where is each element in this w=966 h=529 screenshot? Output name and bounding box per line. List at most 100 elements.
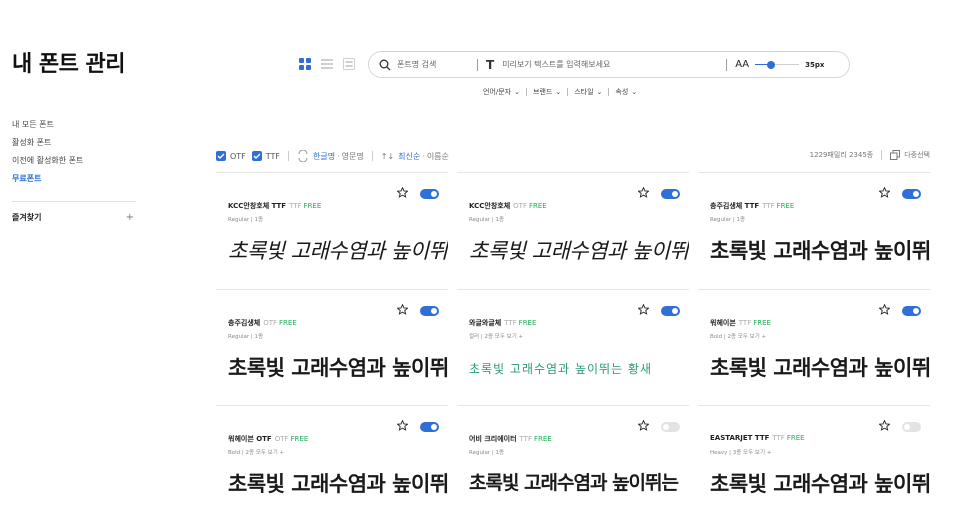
sort-newest[interactable]: 최신순: [398, 151, 420, 162]
size-divider: [726, 58, 728, 71]
sort-english-name[interactable]: 영문명: [342, 151, 364, 162]
sidebar-item-active-fonts[interactable]: 활성화 폰트: [12, 134, 136, 152]
font-name[interactable]: KCC안창호체 OTF FREE: [469, 201, 547, 211]
font-activate-toggle[interactable]: [902, 189, 921, 199]
preview-text-input[interactable]: [502, 60, 719, 69]
grid-view-icon[interactable]: [298, 58, 311, 70]
free-badge: FREE: [534, 435, 552, 443]
font-activate-toggle[interactable]: [902, 422, 921, 432]
star-icon[interactable]: [638, 187, 649, 198]
font-format-tag: OTF: [274, 435, 289, 443]
font-preview: 초록빛 고래수염과 높이뛰는 황새: [469, 362, 653, 376]
filter-divider: [526, 88, 527, 96]
font-preview: 초록빛 고래수염과 높이뛰는: [469, 472, 679, 494]
filter-attribute[interactable]: 속성 ⌄: [615, 87, 637, 97]
font-name[interactable]: 충주김생체 OTF FREE: [228, 318, 297, 328]
slider-handle[interactable]: [766, 60, 775, 69]
options-divider: [288, 151, 290, 161]
star-icon[interactable]: [397, 187, 408, 198]
font-name[interactable]: 와글와글체 TTF FREE: [469, 318, 536, 328]
free-badge: FREE: [753, 319, 771, 327]
chevron-down-icon: ⌄: [555, 88, 562, 96]
filter-language[interactable]: 언어/문자 ⌄: [483, 87, 520, 97]
chevron-down-icon: ⌄: [631, 88, 638, 96]
font-format-tag: TTF: [762, 202, 775, 210]
sidebar-item-all-fonts[interactable]: 내 모든 폰트: [12, 116, 136, 134]
font-preview: 초록빛 고래수염과 높이뛰: [228, 472, 448, 496]
list-view-icon[interactable]: [320, 58, 333, 70]
font-activate-toggle[interactable]: [661, 306, 680, 316]
result-info: 1229패밀리 2345종 다중선택: [810, 150, 930, 160]
font-name-text: 충주김생체: [228, 319, 261, 327]
font-format-tag: OTF: [263, 319, 278, 327]
star-icon[interactable]: [879, 420, 890, 431]
sort-separator: ·: [422, 151, 425, 161]
star-icon[interactable]: [879, 304, 890, 315]
font-card[interactable]: 충주김생체 TTF TTF FREE Regular | 1종 초록빛 고래수염과 높이…: [698, 172, 930, 289]
font-activate-toggle[interactable]: [661, 189, 680, 199]
multi-select-button[interactable]: 다중선택: [890, 150, 930, 160]
page-title: 내 폰트 관리: [12, 52, 126, 77]
sidebar-nav: 내 모든 폰트 활성화 폰트 이전에 활성화한 폰트 무료폰트: [12, 116, 136, 188]
multi-select-label: 다중선택: [904, 151, 930, 159]
multi-select-icon: [890, 150, 901, 160]
font-activate-toggle[interactable]: [420, 306, 439, 316]
filter-bar: 언어/문자 ⌄ 브랜드 ⌄ 스타일 ⌄ 속성 ⌄: [483, 87, 637, 97]
font-name[interactable]: 어비 크리에이터 TTF FREE: [469, 434, 552, 444]
sidebar-item-free-fonts[interactable]: 무료폰트: [12, 170, 136, 188]
filter-style[interactable]: 스타일 ⌄: [574, 87, 602, 97]
font-card[interactable]: 워헤이븐 TTF FREE Bold | 2종 모두 보기 + 초록빛 고래수염과 높이…: [698, 289, 930, 406]
font-meta: Heavy | 3종 모두 보기 +: [710, 450, 772, 456]
font-activate-toggle[interactable]: [420, 189, 439, 199]
sort-korean-name[interactable]: 한글명: [313, 151, 335, 162]
font-name[interactable]: 워헤이븐 OTF OTF FREE: [228, 434, 308, 444]
star-icon[interactable]: [638, 420, 649, 431]
font-activate-toggle[interactable]: [902, 306, 921, 316]
star-icon[interactable]: [638, 304, 649, 315]
sidebar-item-previous-fonts[interactable]: 이전에 활성화한 폰트: [12, 152, 136, 170]
search-divider: [477, 58, 478, 71]
font-name[interactable]: EASTARJET TTF TTF FREE: [710, 434, 805, 442]
favorites-row[interactable]: 즐겨찾기 +: [12, 212, 136, 223]
font-preview: 초록빛 고래수염과 높이뛰: [710, 472, 930, 496]
chevron-down-icon: ⌄: [514, 88, 520, 96]
free-badge: FREE: [786, 434, 805, 442]
font-activate-toggle[interactable]: [420, 422, 439, 432]
card-view-icon[interactable]: [342, 58, 355, 70]
star-icon[interactable]: [397, 304, 408, 315]
free-badge: FREE: [279, 319, 297, 327]
sort-separator: ·: [337, 151, 340, 161]
font-name[interactable]: KCC안창호체 TTF TTF FREE: [228, 201, 321, 211]
add-favorite-button[interactable]: +: [126, 212, 136, 223]
font-size-value: 35px: [805, 60, 825, 69]
font-name-text: EASTARJET TTF: [710, 434, 770, 442]
font-format-tag: TTF: [519, 435, 532, 443]
font-card[interactable]: 와글와글체 TTF FREE 컬러 | 2종 모두 보기 + 초록빛 고래수염과 높이뛰…: [457, 289, 689, 406]
filter-label: 브랜드: [533, 88, 553, 96]
font-meta: Bold | 2종 모두 보기 +: [710, 334, 767, 340]
filter-label: 스타일: [574, 88, 594, 96]
font-card[interactable]: EASTARJET TTF TTF FREE Heavy | 3종 모두 보기 + 초록…: [698, 405, 930, 522]
font-preview: 초록빛 고래수염과 높이뛰: [710, 239, 930, 263]
star-icon[interactable]: [397, 420, 408, 431]
font-name[interactable]: 워헤이븐 TTF FREE: [710, 318, 771, 328]
font-card[interactable]: 충주김생체 OTF FREE Regular | 1종 초록빛 고래수염과 높이뛰: [216, 289, 448, 406]
swap-name-icon: [298, 150, 308, 162]
filter-brand[interactable]: 브랜드 ⌄: [533, 87, 561, 97]
font-activate-toggle[interactable]: [661, 422, 680, 432]
font-card[interactable]: 워헤이븐 OTF OTF FREE Bold | 2종 모두 보기 + 초록빛 고래수염…: [216, 405, 448, 522]
font-format-tag: TTF: [772, 434, 785, 442]
font-card[interactable]: KCC안창호체 OTF FREE Regular | 1종 초록빛 고래수염과 높이뛰: [457, 172, 689, 289]
font-search-input[interactable]: [397, 60, 469, 69]
font-card[interactable]: 어비 크리에이터 TTF FREE Regular | 1종 초록빛 고래수염과 높이뛰…: [457, 405, 689, 522]
star-icon[interactable]: [879, 187, 890, 198]
ttf-checkbox[interactable]: [251, 151, 262, 161]
font-size-slider[interactable]: [755, 59, 800, 71]
font-card[interactable]: KCC안창호체 TTF TTF FREE Regular | 1종 초록빛 고래수염과 …: [216, 172, 448, 289]
font-name-text: 워헤이븐 OTF: [228, 435, 272, 443]
sort-by-name[interactable]: 이름순: [427, 151, 449, 162]
otf-checkbox[interactable]: [216, 151, 226, 161]
font-name[interactable]: 충주김생체 TTF TTF FREE: [710, 201, 794, 211]
favorites-label: 즐겨찾기: [12, 213, 42, 222]
ttf-label: TTF: [265, 151, 281, 161]
